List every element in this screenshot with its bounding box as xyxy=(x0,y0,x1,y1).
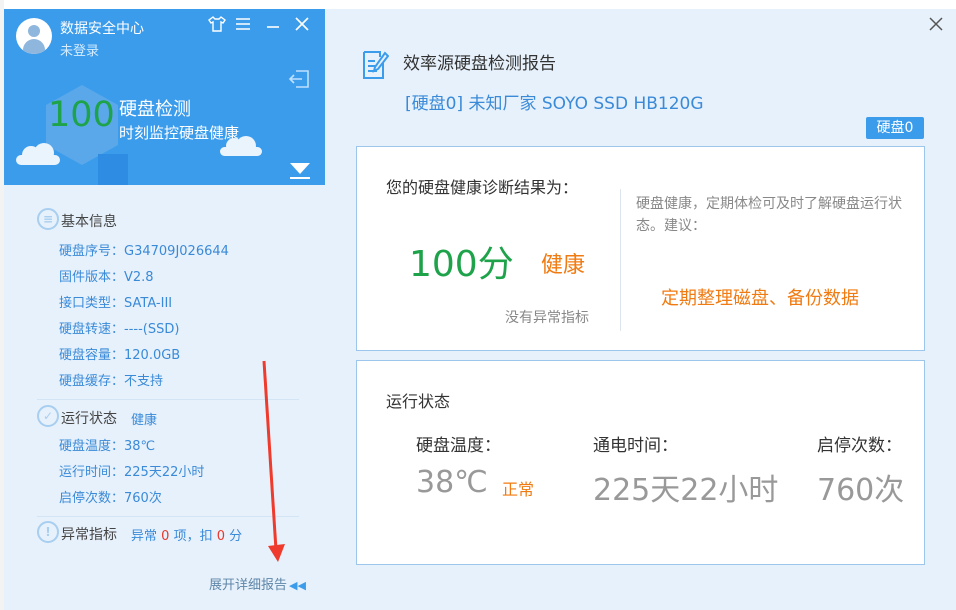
health-status: 健康 xyxy=(541,253,586,278)
background-window-strip xyxy=(0,0,956,9)
advice-action: 定期整理磁盘、备份数据 xyxy=(661,288,859,309)
diagnosis-title: 您的硬盘健康诊断结果为： xyxy=(386,178,579,197)
report-panel: 效率源硬盘检测报告 [硬盘0] 未知厂家 SOYO SSD HB120G 硬盘0… xyxy=(325,9,956,610)
power-on-time-label: 通电时间： xyxy=(593,436,678,456)
power-on-time-value: 225天22小时 xyxy=(593,473,779,508)
disk-name: [硬盘0] 未知厂家 SOYO SSD HB120G xyxy=(405,94,704,114)
diagnosis-card: 您的硬盘健康诊断结果为： 100分 健康 没有异常指标 硬盘健康，定期体检可及时… xyxy=(356,146,925,351)
left-panel: 数据安全中心 未登录 100 硬盘检测 时刻监控硬盘健康 ≡ 基本信息 硬盘序号… xyxy=(4,9,325,610)
temperature-label: 硬盘温度： xyxy=(416,436,501,456)
run-status-card-title: 运行状态 xyxy=(386,392,451,411)
temperature-state: 正常 xyxy=(502,480,535,499)
temperature-value: 38℃ xyxy=(416,465,488,500)
advice-text: 硬盘健康，定期体检可及时了解硬盘运行状态。建议： xyxy=(636,196,902,234)
tab-disk-0[interactable]: 硬盘0 xyxy=(866,117,924,139)
report-doc-icon xyxy=(361,49,390,81)
card-divider xyxy=(620,189,621,331)
report-title: 效率源硬盘检测报告 xyxy=(403,54,556,74)
annotation-arrow xyxy=(262,360,285,562)
close-icon[interactable] xyxy=(929,15,943,36)
start-stop-count-label: 启停次数： xyxy=(817,436,902,456)
no-abnormal-text: 没有异常指标 xyxy=(505,310,589,326)
start-stop-count-value: 760次 xyxy=(817,473,905,508)
diagnosis-score: 100分 xyxy=(409,244,514,285)
run-status-card: 运行状态 硬盘温度： 38℃ 正常 通电时间： 225天22小时 启停次数： 7… xyxy=(356,360,925,565)
